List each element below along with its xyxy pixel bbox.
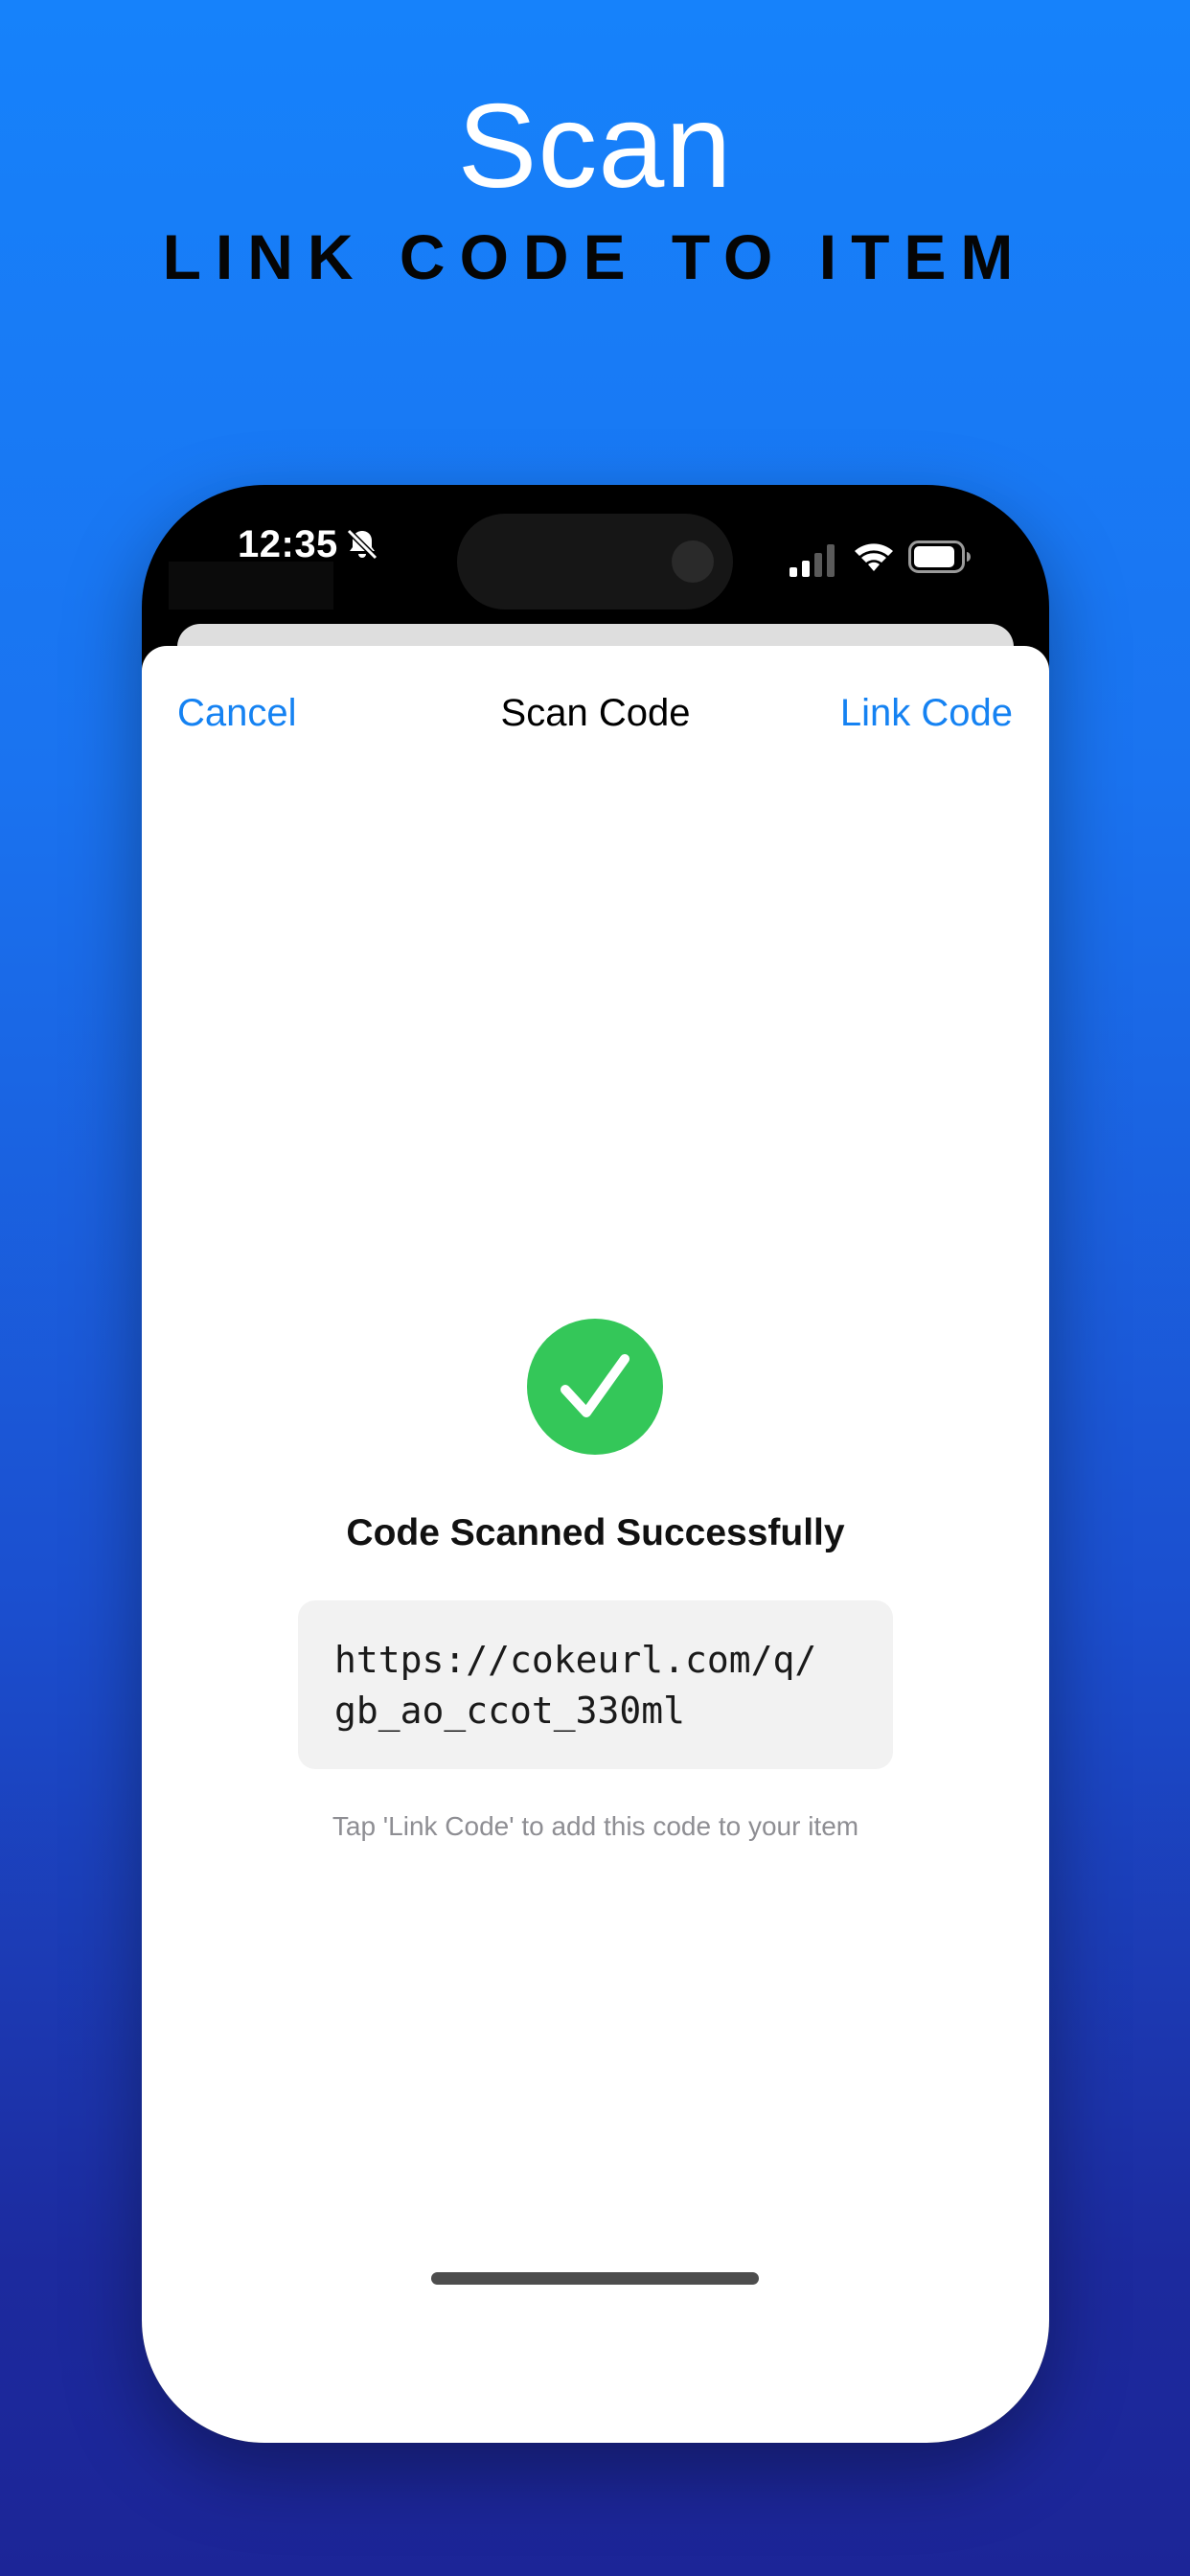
- success-message: Code Scanned Successfully: [346, 1512, 845, 1553]
- home-indicator[interactable]: [431, 2272, 759, 2285]
- cancel-button[interactable]: Cancel: [177, 684, 297, 742]
- link-code-button[interactable]: Link Code: [840, 684, 1013, 742]
- checkmark-circle-icon: [527, 1319, 663, 1455]
- redaction-block: [169, 562, 333, 610]
- link-code-hint: Tap 'Link Code' to add this code to your…: [332, 1811, 859, 1841]
- promo-subtitle: LINK CODE TO ITEM: [162, 221, 1028, 292]
- cellular-signal-icon: [790, 544, 835, 577]
- bell-slash-icon: [346, 528, 378, 561]
- promo-title: Scan: [457, 80, 733, 213]
- scanned-code-box: https://cokeurl.com/q/ gb_ao_ccot_330ml: [298, 1600, 893, 1769]
- scan-code-sheet: Cancel Scan Code Link Code Code Scanned …: [142, 646, 1049, 2443]
- camera-lens: [672, 540, 714, 583]
- wifi-icon: [855, 543, 893, 571]
- scanned-code-value: https://cokeurl.com/q/ gb_ao_ccot_330ml: [334, 1639, 817, 1732]
- dynamic-island: [457, 514, 733, 610]
- phone-frame: 12:35 Cancel Scan Code Link Code Code Sc…: [142, 485, 1049, 2443]
- battery-icon: [908, 540, 971, 573]
